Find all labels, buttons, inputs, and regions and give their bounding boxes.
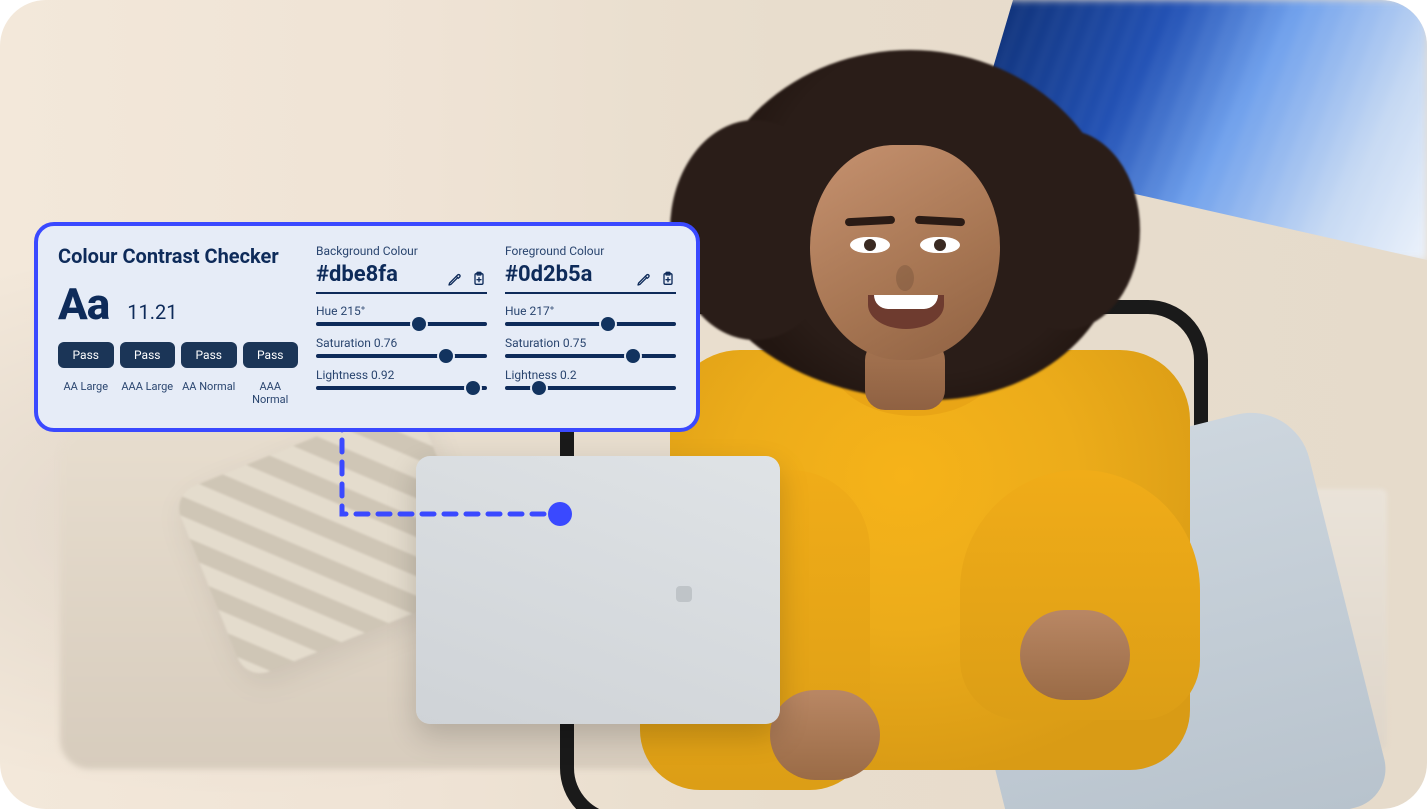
hand-left — [770, 690, 880, 780]
fg-hue-label: Hue 217° — [505, 304, 676, 318]
pass-badge-aa-normal: Pass — [181, 342, 237, 368]
face — [810, 145, 1000, 360]
eyebrow-left — [845, 216, 895, 227]
fg-lightness-thumb[interactable] — [532, 381, 546, 395]
eye-right — [920, 237, 960, 253]
laptop — [416, 456, 780, 724]
fg-saturation-thumb[interactable] — [626, 349, 640, 363]
eyebrow-right — [915, 216, 965, 227]
contrast-ratio: 11.21 — [127, 300, 177, 324]
eyedropper-icon[interactable] — [636, 271, 652, 287]
nose — [896, 265, 914, 291]
fg-saturation-slider[interactable]: Saturation 0.75 — [505, 336, 676, 358]
scene: Colour Contrast Checker Aa 11.21 Pass Pa… — [0, 0, 1427, 809]
fg-lightness-slider[interactable]: Lightness 0.2 — [505, 368, 676, 390]
mouth — [868, 295, 944, 329]
pass-label-aaa-large: AAA Large — [120, 380, 176, 406]
clipboard-icon[interactable] — [471, 271, 487, 287]
bg-saturation-slider[interactable]: Saturation 0.76 — [316, 336, 487, 358]
summary-column: Colour Contrast Checker Aa 11.21 Pass Pa… — [58, 244, 298, 406]
bg-hue-thumb[interactable] — [412, 317, 426, 331]
bg-lightness-thumb[interactable] — [466, 381, 480, 395]
eyedropper-icon[interactable] — [447, 271, 463, 287]
foreground-colour-column: Foreground Colour #0d2b5a — [505, 244, 676, 390]
foreground-colour-label: Foreground Colour — [505, 244, 676, 258]
pass-badge-aaa-large: Pass — [120, 342, 176, 368]
fg-hue-thumb[interactable] — [601, 317, 615, 331]
background-colour-label: Background Colour — [316, 244, 487, 258]
contrast-checker-panel: Colour Contrast Checker Aa 11.21 Pass Pa… — [34, 222, 700, 432]
pass-label-aa-large: AA Large — [58, 380, 114, 406]
panel-title: Colour Contrast Checker — [58, 244, 298, 268]
bg-saturation-thumb[interactable] — [439, 349, 453, 363]
pass-badge-aa-large: Pass — [58, 342, 114, 368]
fg-hue-slider[interactable]: Hue 217° — [505, 304, 676, 326]
bg-lightness-label: Lightness 0.92 — [316, 368, 487, 382]
pass-badge-aaa-normal: Pass — [243, 342, 299, 368]
hand-right — [1020, 610, 1130, 700]
bg-saturation-label: Saturation 0.76 — [316, 336, 487, 350]
sample-text: Aa — [58, 278, 109, 330]
clipboard-icon[interactable] — [660, 271, 676, 287]
bg-hue-slider[interactable]: Hue 215° — [316, 304, 487, 326]
background-colour-column: Background Colour #dbe8fa — [316, 244, 487, 390]
foreground-hex-input[interactable]: #0d2b5a — [505, 262, 592, 287]
eye-left — [850, 237, 890, 253]
fg-saturation-label: Saturation 0.75 — [505, 336, 676, 350]
laptop-logo-icon — [676, 586, 692, 602]
pass-label-aaa-normal: AAA Normal — [243, 380, 299, 406]
pass-grid: Pass Pass Pass Pass AA Large AAA Large A… — [58, 342, 298, 406]
pass-label-aa-normal: AA Normal — [181, 380, 237, 406]
bg-lightness-slider[interactable]: Lightness 0.92 — [316, 368, 487, 390]
fg-lightness-label: Lightness 0.2 — [505, 368, 676, 382]
bg-hue-label: Hue 215° — [316, 304, 487, 318]
background-hex-input[interactable]: #dbe8fa — [316, 262, 398, 287]
